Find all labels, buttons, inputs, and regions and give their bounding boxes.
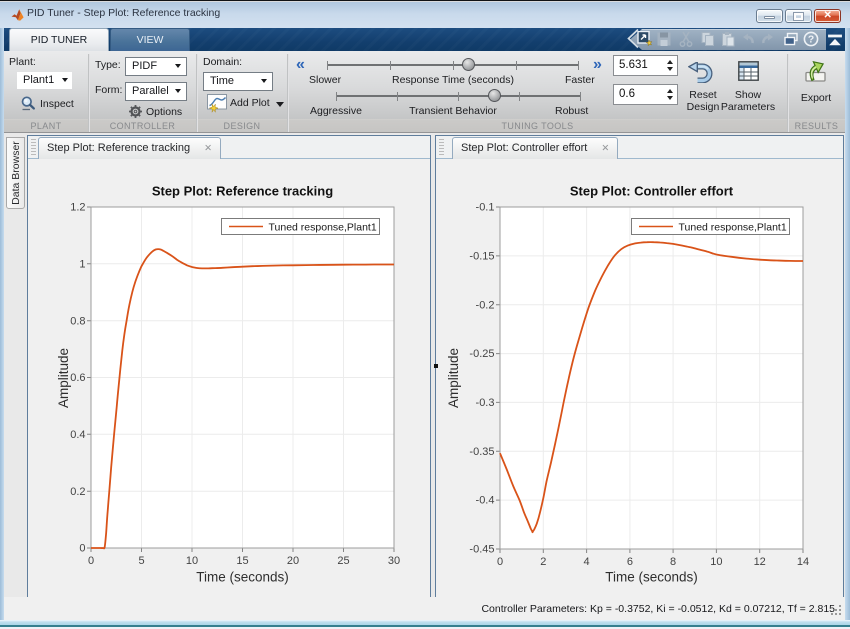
svg-text:20: 20 <box>287 555 299 567</box>
svg-text:6: 6 <box>627 556 633 568</box>
svg-text:0.4: 0.4 <box>70 429 85 441</box>
svg-text:Time (seconds): Time (seconds) <box>196 570 289 585</box>
svg-text:-0.15: -0.15 <box>469 251 494 263</box>
svg-text:15: 15 <box>236 555 248 567</box>
svg-text:30: 30 <box>388 555 400 567</box>
svg-text:10: 10 <box>710 556 722 568</box>
svg-text:Time (seconds): Time (seconds) <box>605 570 698 585</box>
svg-text:-0.3: -0.3 <box>476 397 495 409</box>
svg-text:0: 0 <box>497 556 503 568</box>
svg-text:-0.2: -0.2 <box>476 299 495 311</box>
svg-text:Tuned response,Plant1: Tuned response,Plant1 <box>679 222 787 234</box>
svg-text:-0.25: -0.25 <box>469 348 494 360</box>
svg-text:0.8: 0.8 <box>70 315 85 327</box>
svg-text:25: 25 <box>337 555 349 567</box>
svg-text:Amplitude: Amplitude <box>56 348 71 408</box>
svg-text:1.2: 1.2 <box>70 202 85 214</box>
svg-text:8: 8 <box>670 556 676 568</box>
svg-text:Step Plot: Reference tracking: Step Plot: Reference tracking <box>152 184 333 199</box>
svg-text:-0.4: -0.4 <box>476 495 495 507</box>
svg-text:-0.35: -0.35 <box>469 446 494 458</box>
svg-text:?: ? <box>808 35 814 46</box>
svg-text:Tuned response,Plant1: Tuned response,Plant1 <box>269 222 377 234</box>
svg-text:5: 5 <box>138 555 144 567</box>
svg-text:Step Plot: Controller effort: Step Plot: Controller effort <box>570 184 734 199</box>
svg-text:1: 1 <box>79 258 85 270</box>
svg-text:2: 2 <box>540 556 546 568</box>
svg-text:10: 10 <box>186 555 198 567</box>
svg-text:Amplitude: Amplitude <box>446 348 461 408</box>
svg-text:0.2: 0.2 <box>70 486 85 498</box>
svg-text:4: 4 <box>584 556 590 568</box>
svg-text:-0.45: -0.45 <box>469 544 494 556</box>
svg-text:-0.1: -0.1 <box>476 202 495 214</box>
svg-text:0: 0 <box>79 543 85 555</box>
svg-text:0: 0 <box>88 555 94 567</box>
svg-text:0.6: 0.6 <box>70 372 85 384</box>
svg-text:14: 14 <box>797 556 809 568</box>
svg-text:12: 12 <box>754 556 766 568</box>
